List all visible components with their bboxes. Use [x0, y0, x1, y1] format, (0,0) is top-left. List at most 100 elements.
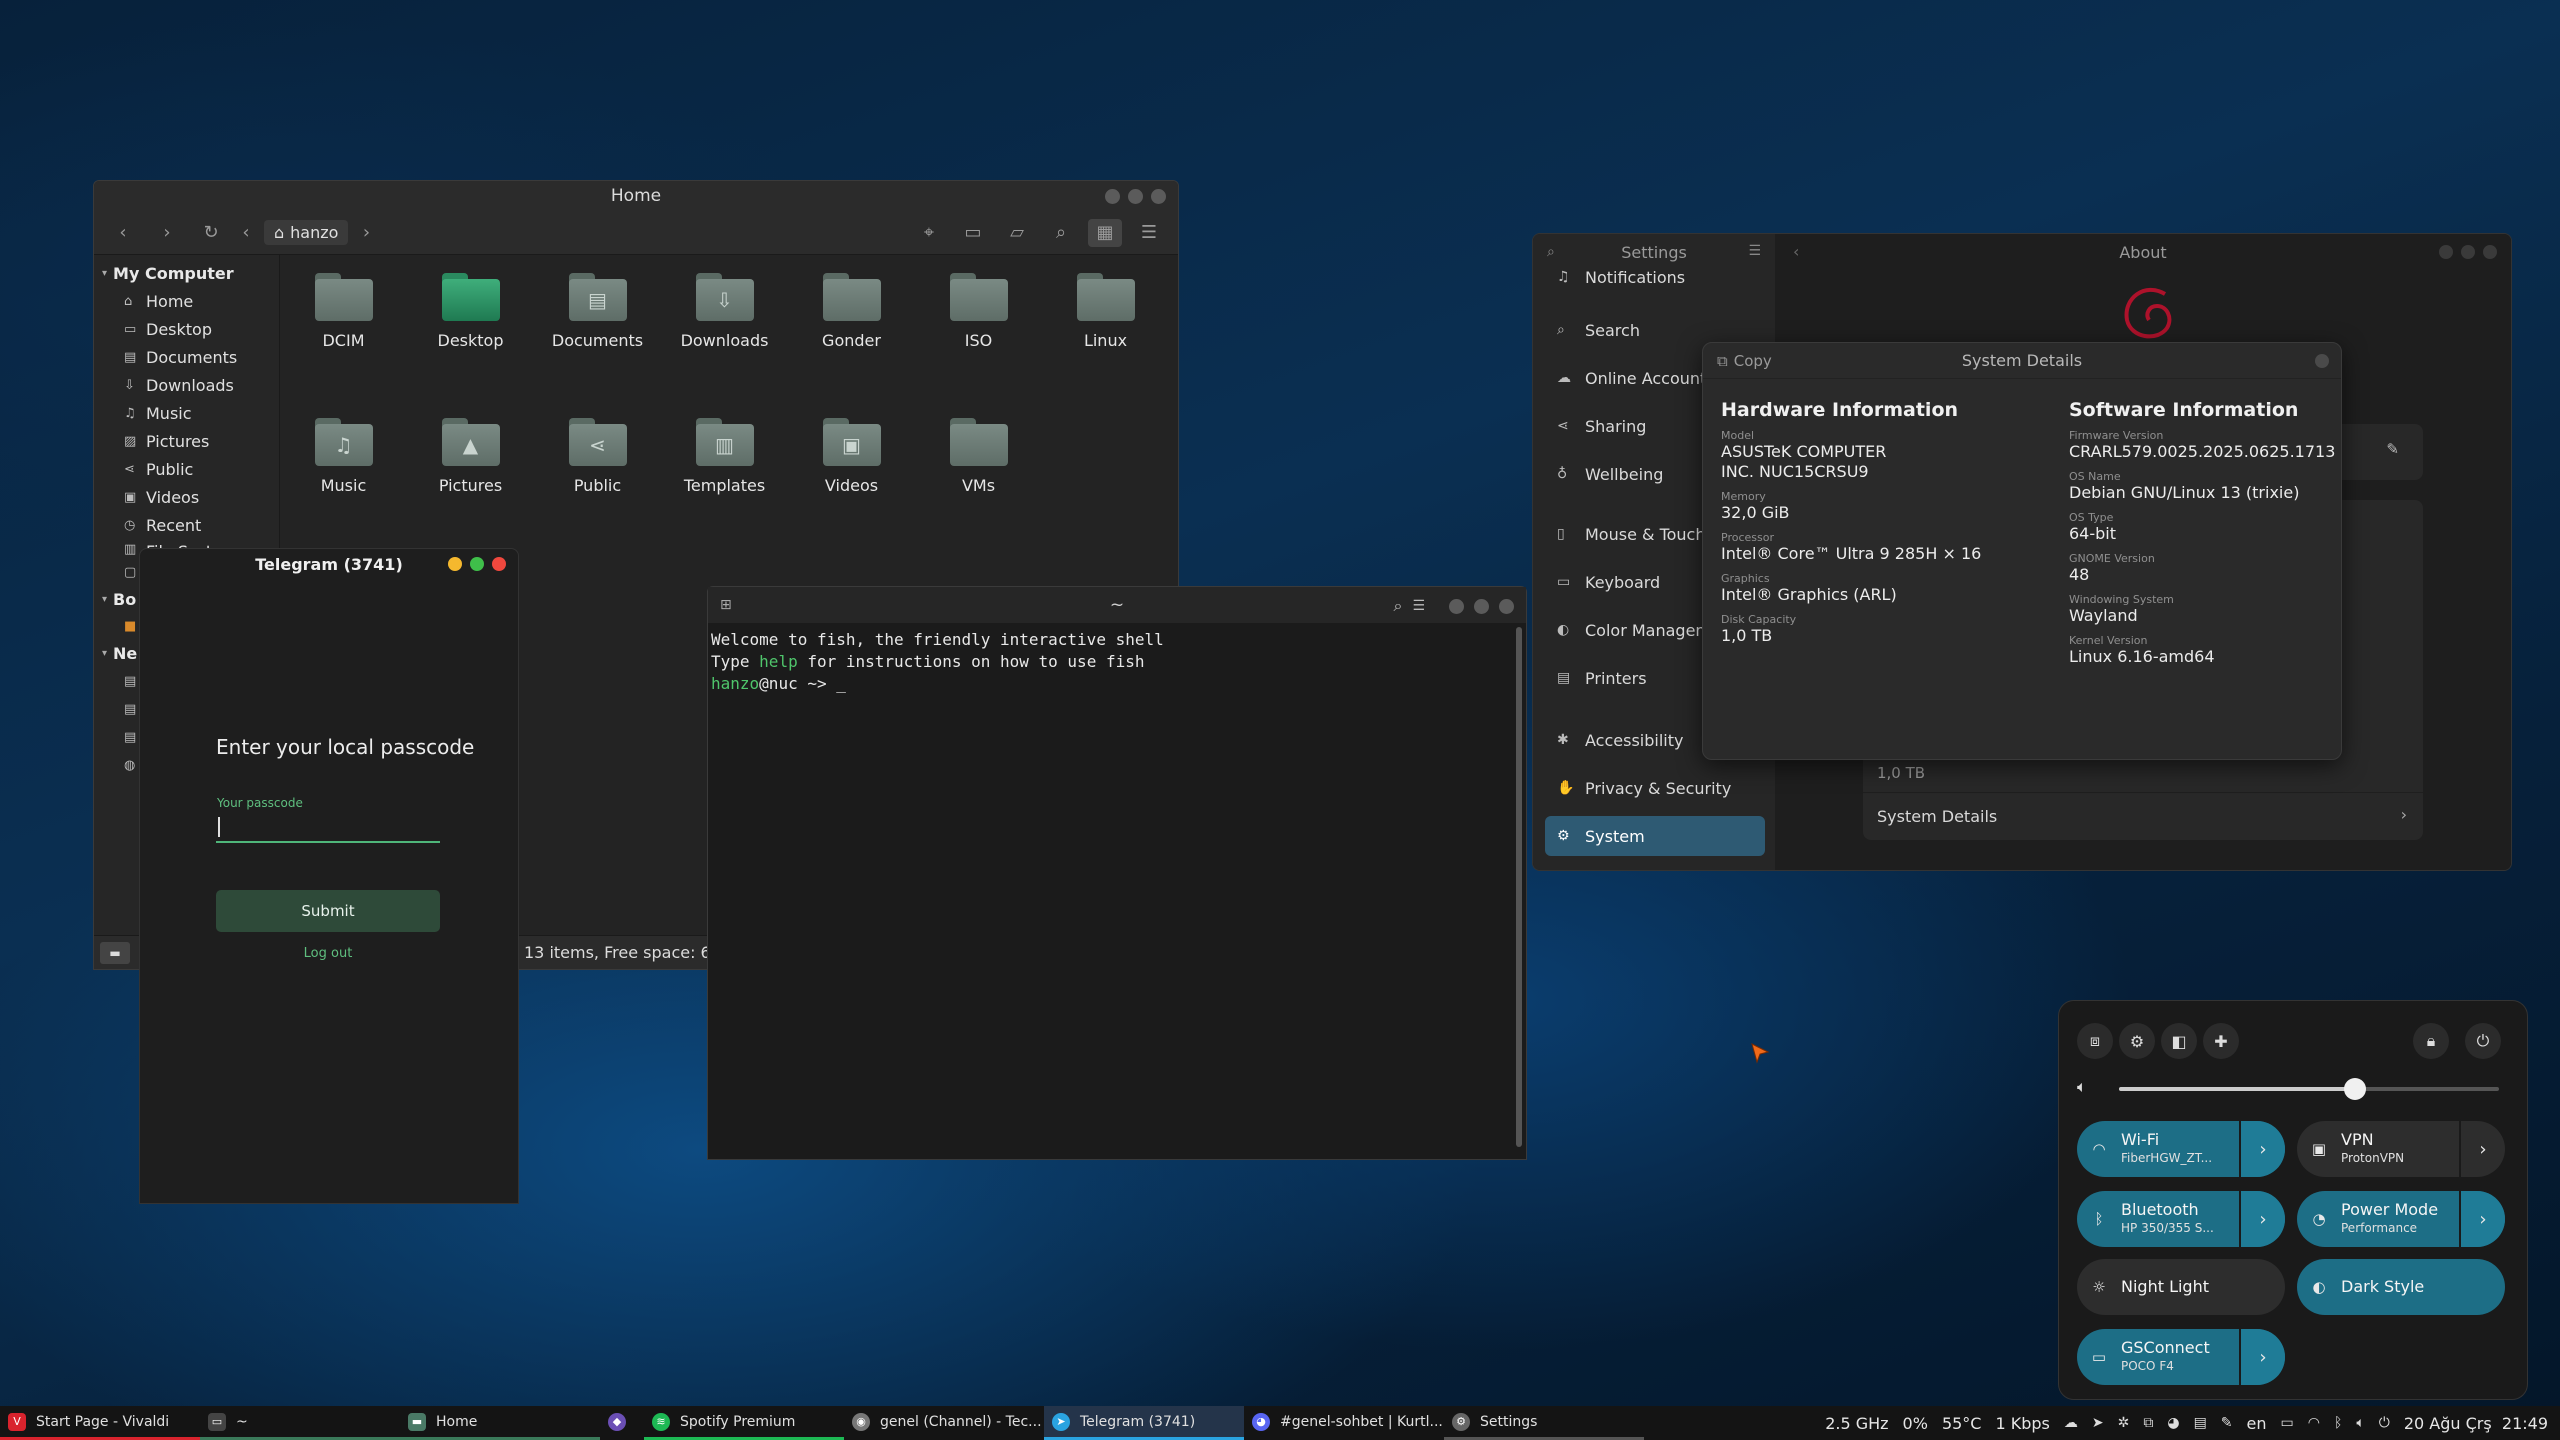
- extensions-icon[interactable]: ✚: [2203, 1023, 2239, 1059]
- gear-tray-icon[interactable]: ✲: [2118, 1415, 2130, 1431]
- folder-item[interactable]: ♫ Music: [280, 418, 407, 563]
- bluetooth-toggle[interactable]: ᛒ Bluetooth HP 350/355 S... ›: [2077, 1191, 2285, 1247]
- file-manager-titlebar[interactable]: Home: [94, 181, 1178, 211]
- reload-icon[interactable]: ↻: [194, 219, 228, 247]
- folder-item[interactable]: ▥ Templates: [661, 418, 788, 563]
- close-button[interactable]: [2315, 354, 2329, 368]
- logout-link[interactable]: Log out: [216, 946, 440, 961]
- folder-item[interactable]: ⇩ Downloads: [661, 273, 788, 418]
- sidebar-item-home[interactable]: ⌂ Home: [94, 287, 279, 315]
- wifi-expand-button[interactable]: ›: [2239, 1121, 2285, 1177]
- folder-item[interactable]: VMs: [915, 418, 1042, 563]
- telegram-titlebar[interactable]: Telegram (3741): [140, 549, 518, 579]
- folder-item[interactable]: ▲ Pictures: [407, 418, 534, 563]
- sidebar-item-downloads[interactable]: ⇩ Downloads: [94, 371, 279, 399]
- sidebar-section-my-computer[interactable]: ▾ My Computer: [94, 259, 279, 287]
- close-button[interactable]: [2483, 245, 2497, 259]
- new-folder-icon[interactable]: ▱: [1000, 219, 1034, 247]
- screenshot-icon[interactable]: ⧈: [2077, 1023, 2113, 1059]
- back-icon[interactable]: ‹: [1793, 242, 1799, 261]
- close-button[interactable]: [1499, 598, 1514, 614]
- power-mode-expand-button[interactable]: ›: [2459, 1191, 2505, 1247]
- wifi-tray-icon[interactable]: ◠: [2308, 1415, 2320, 1431]
- wifi-toggle[interactable]: ◠ Wi-Fi FiberHGW_ZT... ›: [2077, 1121, 2285, 1177]
- maximize-button[interactable]: [1128, 189, 1143, 204]
- submit-button[interactable]: Submit: [216, 890, 440, 932]
- task-spotify[interactable]: ≋ Spotify Premium: [644, 1406, 844, 1440]
- task-app[interactable]: ◆: [600, 1406, 644, 1440]
- task-discord[interactable]: ◕ #genel-sohbet | Kurtl...: [1244, 1406, 1444, 1440]
- minimize-button[interactable]: [1105, 189, 1120, 204]
- sidebar-item-desktop[interactable]: ▭ Desktop: [94, 315, 279, 343]
- maximize-button[interactable]: [1474, 598, 1489, 614]
- clipboard-icon[interactable]: ▤: [2194, 1415, 2207, 1431]
- location-icon[interactable]: ⌖: [912, 219, 946, 247]
- folder-item[interactable]: ⋖ Public: [534, 418, 661, 563]
- folder-item[interactable]: ISO: [915, 273, 1042, 418]
- sidebar-item-public[interactable]: ⋖ Public: [94, 455, 279, 483]
- sidebar-item-privacy[interactable]: ✋ Privacy & Security: [1545, 768, 1765, 808]
- forward-icon[interactable]: ›: [150, 219, 184, 247]
- menu-icon[interactable]: ☰: [1748, 243, 1761, 259]
- menu-icon[interactable]: ☰: [1412, 598, 1425, 614]
- sidebar-item-recent[interactable]: ◷ Recent: [94, 511, 279, 539]
- sidebar-item-videos[interactable]: ▣ Videos: [94, 483, 279, 511]
- minimize-button[interactable]: [1449, 598, 1464, 614]
- folder-item[interactable]: ▤ Documents: [534, 273, 661, 418]
- gear-icon[interactable]: ⚙: [2119, 1023, 2155, 1059]
- folder-item[interactable]: DCIM: [280, 273, 407, 418]
- sidebar-item-pictures[interactable]: ▨ Pictures: [94, 427, 279, 455]
- vpn-toggle[interactable]: ▣ VPN ProtonVPN ›: [2297, 1121, 2505, 1177]
- folder-item[interactable]: ▣ Videos: [788, 418, 915, 563]
- minimize-button[interactable]: [448, 557, 462, 571]
- bluetooth-expand-button[interactable]: ›: [2239, 1191, 2285, 1247]
- lock-icon[interactable]: 🔒︎: [2413, 1023, 2449, 1059]
- window-tray-icon[interactable]: ⧉: [2143, 1415, 2153, 1431]
- terminal-titlebar[interactable]: ⊞ ~ ⌕ ☰: [708, 587, 1526, 623]
- system-details-row[interactable]: System Details ›: [1863, 792, 2423, 840]
- task-vivaldi[interactable]: V Start Page - Vivaldi: [0, 1406, 200, 1440]
- gsconnect-toggle[interactable]: ▭ GSConnect POCO F4 ›: [2077, 1329, 2285, 1385]
- sidebar-toggle-icon[interactable]: ▬: [100, 942, 130, 964]
- minimize-button[interactable]: [2439, 245, 2453, 259]
- task-channel[interactable]: ◉ genel (Channel) - Tec...: [844, 1406, 1044, 1440]
- folder-item[interactable]: Gonder: [788, 273, 915, 418]
- pen-icon[interactable]: ✎: [2221, 1415, 2233, 1431]
- sidebar-item-music[interactable]: ♫ Music: [94, 399, 279, 427]
- folder-item[interactable]: Linux: [1042, 273, 1169, 418]
- cloud-icon[interactable]: ☁: [2064, 1415, 2078, 1431]
- clock[interactable]: 20 Ağu Çrş 21:49: [2404, 1414, 2548, 1433]
- dark-style-toggle[interactable]: ◐ Dark Style: [2297, 1259, 2505, 1315]
- phone-tray-icon[interactable]: ▭: [2281, 1415, 2294, 1431]
- task-home[interactable]: ▬ Home: [400, 1406, 600, 1440]
- discord-tray-icon[interactable]: ◕: [2167, 1415, 2179, 1431]
- copy-button[interactable]: ⧉ Copy: [1717, 352, 1772, 370]
- telegram-tray-icon[interactable]: ➤: [2092, 1415, 2104, 1431]
- night-light-toggle[interactable]: ☼ Night Light: [2077, 1259, 2285, 1315]
- list-view-icon[interactable]: ☰: [1132, 219, 1166, 247]
- edit-icon[interactable]: ✎: [2386, 440, 2399, 458]
- settings-main-header[interactable]: ‹ About: [1775, 234, 2511, 270]
- toggles-icon[interactable]: ◧: [2161, 1023, 2197, 1059]
- power-mode-toggle[interactable]: ◔ Power Mode Performance ›: [2297, 1191, 2505, 1247]
- maximize-button[interactable]: [2461, 245, 2475, 259]
- terminal-icon[interactable]: ▭: [956, 219, 990, 247]
- breadcrumb-left-icon[interactable]: ‹: [238, 219, 254, 247]
- task-terminal[interactable]: ▭ ~: [200, 1406, 400, 1440]
- sidebar-item-system[interactable]: ⚙ System: [1545, 816, 1765, 856]
- task-settings[interactable]: ⚙ Settings: [1444, 1406, 1644, 1440]
- volume-slider-knob[interactable]: [2343, 1078, 2366, 1100]
- vpn-expand-button[interactable]: ›: [2459, 1121, 2505, 1177]
- grid-view-icon[interactable]: ▦: [1088, 218, 1122, 247]
- new-tab-icon[interactable]: ⊞: [720, 597, 732, 613]
- volume-slider[interactable]: [2119, 1078, 2499, 1100]
- search-icon[interactable]: ⌕: [1547, 244, 1555, 260]
- volume-tray-icon[interactable]: 🔈︎: [2356, 1415, 2364, 1431]
- task-telegram[interactable]: ➤ Telegram (3741): [1044, 1406, 1244, 1440]
- gsconnect-expand-button[interactable]: ›: [2239, 1329, 2285, 1385]
- folder-item[interactable]: Desktop: [407, 273, 534, 418]
- scrollbar[interactable]: [1516, 627, 1522, 1147]
- maximize-button[interactable]: [470, 557, 484, 571]
- power-tray-icon[interactable]: ⏻: [2379, 1415, 2390, 1431]
- power-icon[interactable]: ⏻: [2465, 1023, 2501, 1059]
